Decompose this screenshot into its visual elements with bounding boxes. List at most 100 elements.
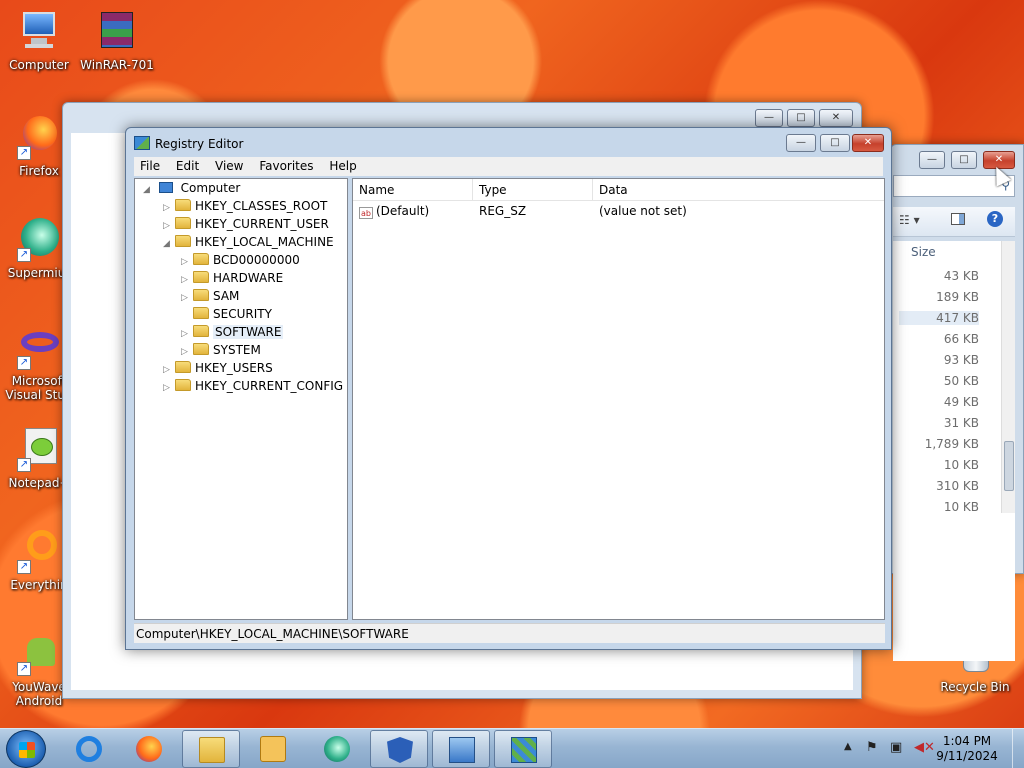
taskbar-regedit[interactable] bbox=[494, 730, 552, 768]
desktop-icon-winrar[interactable]: WinRAR-701 bbox=[78, 10, 156, 72]
folder-icon bbox=[193, 253, 209, 265]
maximize-button[interactable]: □ bbox=[787, 109, 815, 127]
supermium-icon bbox=[324, 736, 350, 762]
minimize-button[interactable]: — bbox=[786, 134, 816, 152]
taskbar-angular[interactable] bbox=[370, 730, 428, 768]
notepadpp-icon: ↗ bbox=[17, 428, 61, 472]
status-bar: Computer\HKEY_LOCAL_MACHINE\SOFTWARE bbox=[134, 623, 885, 643]
system-clock[interactable]: 1:04 PM 9/11/2024 bbox=[932, 734, 1002, 764]
desktop-icon-label: WinRAR-701 bbox=[80, 58, 154, 72]
folder-icon bbox=[175, 217, 191, 229]
list-item[interactable]: 31 KB bbox=[899, 416, 979, 430]
show-desktop-button[interactable] bbox=[1012, 729, 1024, 768]
column-header-size[interactable]: Size bbox=[911, 245, 936, 259]
tree-node-sam[interactable]: ▷ SAM bbox=[181, 287, 239, 305]
tree-label: BCD00000000 bbox=[213, 253, 300, 267]
tree-label: SAM bbox=[213, 289, 240, 303]
table-row[interactable]: ab (Default) REG_SZ (value not set) bbox=[353, 203, 884, 221]
list-item[interactable]: 49 KB bbox=[899, 395, 979, 409]
tree-label: HKEY_CURRENT_CONFIG bbox=[195, 379, 344, 393]
view-options-icon[interactable]: ☷ ▾ bbox=[899, 213, 920, 227]
close-button[interactable]: ✕ bbox=[819, 109, 853, 127]
menu-file[interactable]: File bbox=[134, 157, 166, 175]
action-center-icon[interactable]: ⚑ bbox=[866, 740, 878, 755]
tree-node-bcd[interactable]: ▷ BCD00000000 bbox=[181, 251, 300, 269]
desktop-icon-label: Everythin bbox=[10, 578, 68, 592]
expand-icon[interactable]: ▷ bbox=[163, 379, 175, 397]
explorer-window[interactable]: — □ ✕ ⚲ ☷ ▾ ? Size 43 KB 189 KB 417 KB 6… bbox=[890, 144, 1024, 661]
taskbar-firefox[interactable] bbox=[120, 730, 178, 768]
tree-node-hkcc[interactable]: ▷ HKEY_CURRENT_CONFIG bbox=[163, 377, 343, 395]
close-button[interactable]: ✕ bbox=[852, 134, 884, 152]
list-item[interactable]: 93 KB bbox=[899, 353, 979, 367]
maximize-button[interactable]: □ bbox=[951, 151, 977, 169]
menu-favorites[interactable]: Favorites bbox=[253, 157, 319, 175]
list-item[interactable]: 1,789 KB bbox=[899, 437, 979, 451]
list-item[interactable]: 310 KB bbox=[899, 479, 979, 493]
tree-label: HKEY_CURRENT_USER bbox=[195, 217, 329, 231]
everything-icon: ↗ bbox=[17, 530, 61, 574]
list-item[interactable]: 10 KB bbox=[899, 458, 979, 472]
collapse-icon[interactable]: ◢ bbox=[163, 235, 175, 253]
folder-icon bbox=[175, 361, 191, 373]
winrar-icon bbox=[95, 10, 139, 54]
minimize-button[interactable]: — bbox=[755, 109, 783, 127]
tree-node-hkcr[interactable]: ▷ HKEY_CLASSES_ROOT bbox=[163, 197, 327, 215]
internet-explorer-icon bbox=[76, 736, 102, 762]
column-header-data[interactable]: Data bbox=[593, 179, 884, 201]
taskbar-supermium[interactable] bbox=[308, 730, 366, 768]
taskbar-ie[interactable] bbox=[60, 730, 118, 768]
menu-view[interactable]: View bbox=[209, 157, 249, 175]
registry-editor-icon bbox=[134, 136, 150, 150]
tree-label: HKEY_USERS bbox=[195, 361, 273, 375]
folder-icon bbox=[199, 737, 225, 763]
column-header-type[interactable]: Type bbox=[473, 179, 593, 201]
list-item[interactable]: 66 KB bbox=[899, 332, 979, 346]
tree-node-software[interactable]: ▷ SOFTWARE bbox=[181, 323, 284, 341]
tree-node-system[interactable]: ▷ SYSTEM bbox=[181, 341, 261, 359]
shortcut-arrow-icon: ↗ bbox=[17, 560, 31, 574]
menu-edit[interactable]: Edit bbox=[170, 157, 205, 175]
tree-node-hkcu[interactable]: ▷ HKEY_CURRENT_USER bbox=[163, 215, 329, 233]
help-icon[interactable]: ? bbox=[987, 211, 1003, 227]
show-hidden-icons[interactable]: ▲ bbox=[844, 741, 852, 752]
desktop-icon-computer[interactable]: Computer bbox=[0, 10, 78, 72]
tree-node-security[interactable]: SECURITY bbox=[181, 305, 272, 323]
tree-node-hklm[interactable]: ◢ HKEY_LOCAL_MACHINE bbox=[163, 233, 334, 251]
menu-bar: File Edit View Favorites Help bbox=[134, 157, 883, 176]
network-icon[interactable]: ▣ bbox=[890, 740, 902, 755]
computer-icon bbox=[17, 10, 61, 54]
scrollbar[interactable] bbox=[1001, 241, 1015, 513]
taskbar-explorer[interactable] bbox=[182, 730, 240, 768]
preview-pane-icon[interactable] bbox=[951, 213, 965, 225]
file-list: Size 43 KB 189 KB 417 KB 66 KB 93 KB 50 … bbox=[893, 241, 1015, 661]
list-item[interactable]: 417 KB bbox=[899, 311, 979, 325]
collapse-icon[interactable]: ◢ bbox=[143, 181, 155, 199]
tree-label: HKEY_CLASSES_ROOT bbox=[195, 199, 328, 213]
start-button[interactable] bbox=[6, 730, 46, 768]
maximize-button[interactable]: □ bbox=[820, 134, 850, 152]
tree-label: SYSTEM bbox=[213, 343, 261, 357]
registry-editor-window[interactable]: Registry Editor — □ ✕ File Edit View Fav… bbox=[125, 127, 892, 650]
windows-logo-icon bbox=[19, 742, 35, 758]
minimize-button[interactable]: — bbox=[919, 151, 945, 169]
folder-icon bbox=[175, 199, 191, 211]
list-item[interactable]: 189 KB bbox=[899, 290, 979, 304]
menu-help[interactable]: Help bbox=[323, 157, 362, 175]
desktop-icon-label: Recycle Bin bbox=[940, 680, 1010, 694]
taskbar-media-player[interactable] bbox=[244, 730, 302, 768]
folder-icon bbox=[193, 289, 209, 301]
column-header-name[interactable]: Name bbox=[353, 179, 473, 201]
window-title: Registry Editor bbox=[134, 136, 243, 154]
tree-node-hku[interactable]: ▷ HKEY_USERS bbox=[163, 359, 273, 377]
tree-node-computer[interactable]: ◢ Computer bbox=[143, 179, 240, 197]
scroll-thumb[interactable] bbox=[1004, 441, 1014, 491]
list-item[interactable]: 10 KB bbox=[899, 500, 979, 514]
tree-node-hardware[interactable]: ▷ HARDWARE bbox=[181, 269, 283, 287]
folder-icon bbox=[193, 271, 209, 283]
shortcut-arrow-icon: ↗ bbox=[17, 662, 31, 676]
tree-label: HARDWARE bbox=[213, 271, 284, 285]
taskbar-remote-desktop[interactable] bbox=[432, 730, 490, 768]
list-item[interactable]: 50 KB bbox=[899, 374, 979, 388]
list-item[interactable]: 43 KB bbox=[899, 269, 979, 283]
